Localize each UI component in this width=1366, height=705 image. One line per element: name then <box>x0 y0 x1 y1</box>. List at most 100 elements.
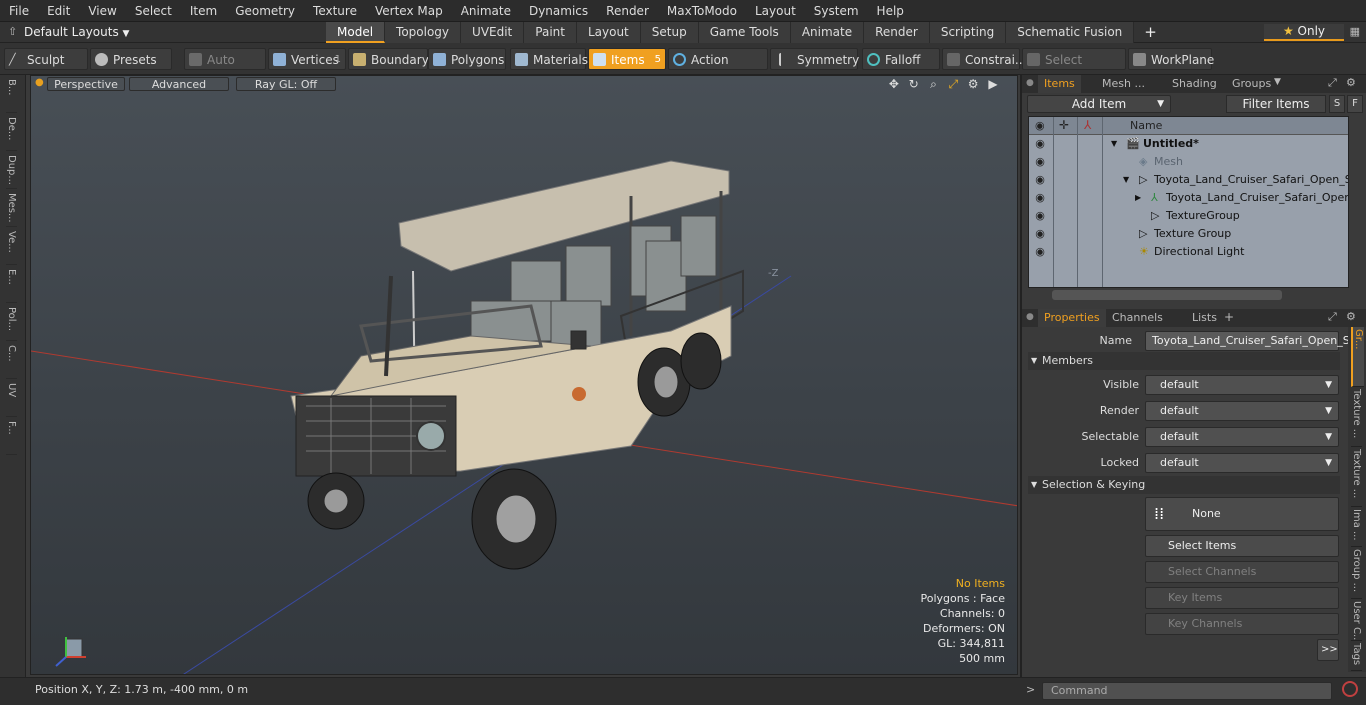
tab-mesh[interactable]: Mesh ... <box>1096 75 1151 93</box>
presets-button[interactable]: Presets <box>90 48 172 70</box>
workplane-button[interactable]: WorkPlane <box>1128 48 1214 70</box>
move-view-icon[interactable]: ✥ <box>886 77 902 91</box>
side-tab-3[interactable]: Ima ... <box>1351 507 1362 547</box>
left-tab-3[interactable]: Mes... <box>6 189 17 227</box>
selectable-dropdown[interactable]: default ▼ <box>1145 427 1339 447</box>
side-tab-2[interactable]: Texture ... <box>1351 447 1362 507</box>
select-items-button[interactable]: Select Items <box>1145 535 1339 557</box>
tab-paint[interactable]: Paint <box>524 22 577 43</box>
left-tab-9[interactable]: F... <box>6 417 17 455</box>
raygl-button[interactable]: Ray GL: Off <box>236 77 336 91</box>
menu-vertex-map[interactable]: Vertex Map <box>366 0 452 22</box>
left-tab-4[interactable]: Ve... <box>6 227 17 265</box>
tree-row-mesh[interactable]: ◉ ◈ Mesh <box>1029 153 1348 171</box>
none-selection-set-button[interactable]: ⁞⁞ None <box>1145 497 1339 531</box>
rotate-view-icon[interactable]: ↻ <box>906 77 922 91</box>
menu-geometry[interactable]: Geometry <box>226 0 304 22</box>
left-tab-6[interactable]: Pol... <box>6 303 17 341</box>
left-tab-7[interactable]: C... <box>6 341 17 379</box>
tab-channels[interactable]: Channels <box>1106 309 1169 327</box>
sculpt-button[interactable]: ╱ Sculpt <box>4 48 88 70</box>
panel-gear-icon[interactable]: ⚙ <box>1346 76 1356 89</box>
tab-game-tools[interactable]: Game Tools <box>698 22 791 43</box>
eye-icon[interactable]: ◉ <box>1033 153 1047 171</box>
eye-icon[interactable]: ◉ <box>1033 189 1047 207</box>
tab-layout[interactable]: Layout <box>576 22 641 43</box>
tree-row-texture-group[interactable]: ◉ ▷ Texture Group <box>1029 225 1348 243</box>
expand-panel-icon[interactable]: ⤢ <box>1328 310 1337 324</box>
name-column-header[interactable]: Name <box>1130 117 1162 135</box>
only-button[interactable]: ★ Only <box>1264 24 1344 41</box>
shading-mode-button[interactable]: Advanced <box>129 77 229 91</box>
fit-view-icon[interactable]: ⤢ <box>945 77 961 92</box>
visible-dropdown[interactable]: default ▼ <box>1145 375 1339 395</box>
menu-dynamics[interactable]: Dynamics <box>520 0 597 22</box>
menu-layout[interactable]: Layout <box>746 0 805 22</box>
menu-item[interactable]: Item <box>181 0 226 22</box>
tree-row-directional-light[interactable]: ◉ ☀ Directional Light <box>1029 243 1348 261</box>
tree-row-mesh-item[interactable]: ◉ ▶ ⅄ Toyota_Land_Cruiser_Safari_Open... <box>1029 189 1348 207</box>
gear-icon[interactable]: ⚙ <box>965 77 981 91</box>
members-section-header[interactable]: ▼ Members <box>1028 352 1340 370</box>
tab-setup[interactable]: Setup <box>640 22 699 43</box>
grid-menu-icon[interactable]: ▦ <box>1350 25 1360 38</box>
eye-icon[interactable]: ◉ <box>1033 171 1047 189</box>
layout-selector[interactable]: Default Layouts ▼ <box>24 22 129 45</box>
panel-gear-icon[interactable]: ⚙ <box>1346 310 1356 323</box>
tab-render[interactable]: Render <box>864 22 930 43</box>
tab-model[interactable]: Model <box>326 22 386 43</box>
add-tab-plus-icon[interactable]: + <box>1134 22 1167 43</box>
menu-select[interactable]: Select <box>126 0 181 22</box>
key-channels-button[interactable]: Key Channels <box>1145 613 1339 635</box>
expand-panel-icon[interactable]: ⤢ <box>1328 76 1337 90</box>
expand-arrow-icon[interactable]: ▼ <box>1123 171 1129 189</box>
menu-help[interactable]: Help <box>868 0 913 22</box>
selection-keying-section-header[interactable]: ▼ Selection & Keying <box>1028 476 1340 494</box>
auto-select-button[interactable]: Auto Select <box>184 48 266 89</box>
side-tab-4[interactable]: Group ... <box>1351 547 1362 599</box>
action-center-button[interactable]: Action Center <box>668 48 768 89</box>
menu-animate[interactable]: Animate <box>452 0 520 22</box>
side-tab-1[interactable]: Texture ... <box>1351 387 1362 447</box>
eye-icon[interactable]: ◉ <box>1033 207 1047 225</box>
tab-groups[interactable]: Groups <box>1226 75 1277 93</box>
locked-dropdown[interactable]: default ▼ <box>1145 453 1339 473</box>
boundary-button[interactable]: Boundary <box>348 48 429 70</box>
side-tab-6[interactable]: Tags <box>1351 641 1362 671</box>
3d-viewport[interactable]: -Z ● Perspective Advanced Ray GL: Off ✥ … <box>30 75 1018 675</box>
left-tab-8[interactable]: UV <box>6 379 17 417</box>
tab-lists[interactable]: Lists <box>1186 309 1223 327</box>
left-tab-2[interactable]: Dup... <box>6 151 17 189</box>
menu-render[interactable]: Render <box>597 0 658 22</box>
select-channels-button[interactable]: Select Channels <box>1145 561 1339 583</box>
render-dropdown[interactable]: default ▼ <box>1145 401 1339 421</box>
record-icon[interactable] <box>1342 681 1358 697</box>
left-tab-0[interactable]: B... <box>6 75 17 113</box>
zoom-icon[interactable]: ⌕ <box>926 77 942 92</box>
left-tab-1[interactable]: De... <box>6 113 17 151</box>
menu-system[interactable]: System <box>805 0 868 22</box>
materials-button[interactable]: Materials <box>510 48 588 70</box>
viewport-menu-dot-icon[interactable]: ● <box>35 77 44 88</box>
tree-horizontal-scrollbar[interactable] <box>1052 290 1282 300</box>
tabs-overflow-chevron-icon[interactable]: ▼ <box>1274 77 1281 87</box>
falloff-button[interactable]: Falloff <box>862 48 940 70</box>
eye-icon[interactable]: ◉ <box>1033 243 1047 261</box>
tab-shading[interactable]: Shading <box>1166 75 1223 93</box>
tab-items[interactable]: Items <box>1038 75 1081 93</box>
items-button[interactable]: Items 5 <box>588 48 666 70</box>
eye-icon[interactable]: ◉ <box>1033 225 1047 243</box>
tab-topology[interactable]: Topology <box>385 22 462 43</box>
menu-texture[interactable]: Texture <box>304 0 366 22</box>
collapse-arrow-icon[interactable]: ▶ <box>1135 189 1141 207</box>
tab-schematic-fusion[interactable]: Schematic Fusion <box>1006 22 1135 43</box>
command-input[interactable]: Command <box>1042 682 1332 700</box>
view-mode-button[interactable]: Perspective <box>47 77 125 91</box>
polygons-button[interactable]: Polygons <box>428 48 506 70</box>
left-tab-5[interactable]: E... <box>6 265 17 303</box>
menu-file[interactable]: File <box>0 0 38 22</box>
key-items-button[interactable]: Key Items <box>1145 587 1339 609</box>
tree-row-untitled[interactable]: ◉ ▼ 🎬 Untitled* <box>1029 135 1348 153</box>
tab-scripting[interactable]: Scripting <box>929 22 1007 43</box>
select-through-button[interactable]: Select Through <box>1022 48 1126 89</box>
